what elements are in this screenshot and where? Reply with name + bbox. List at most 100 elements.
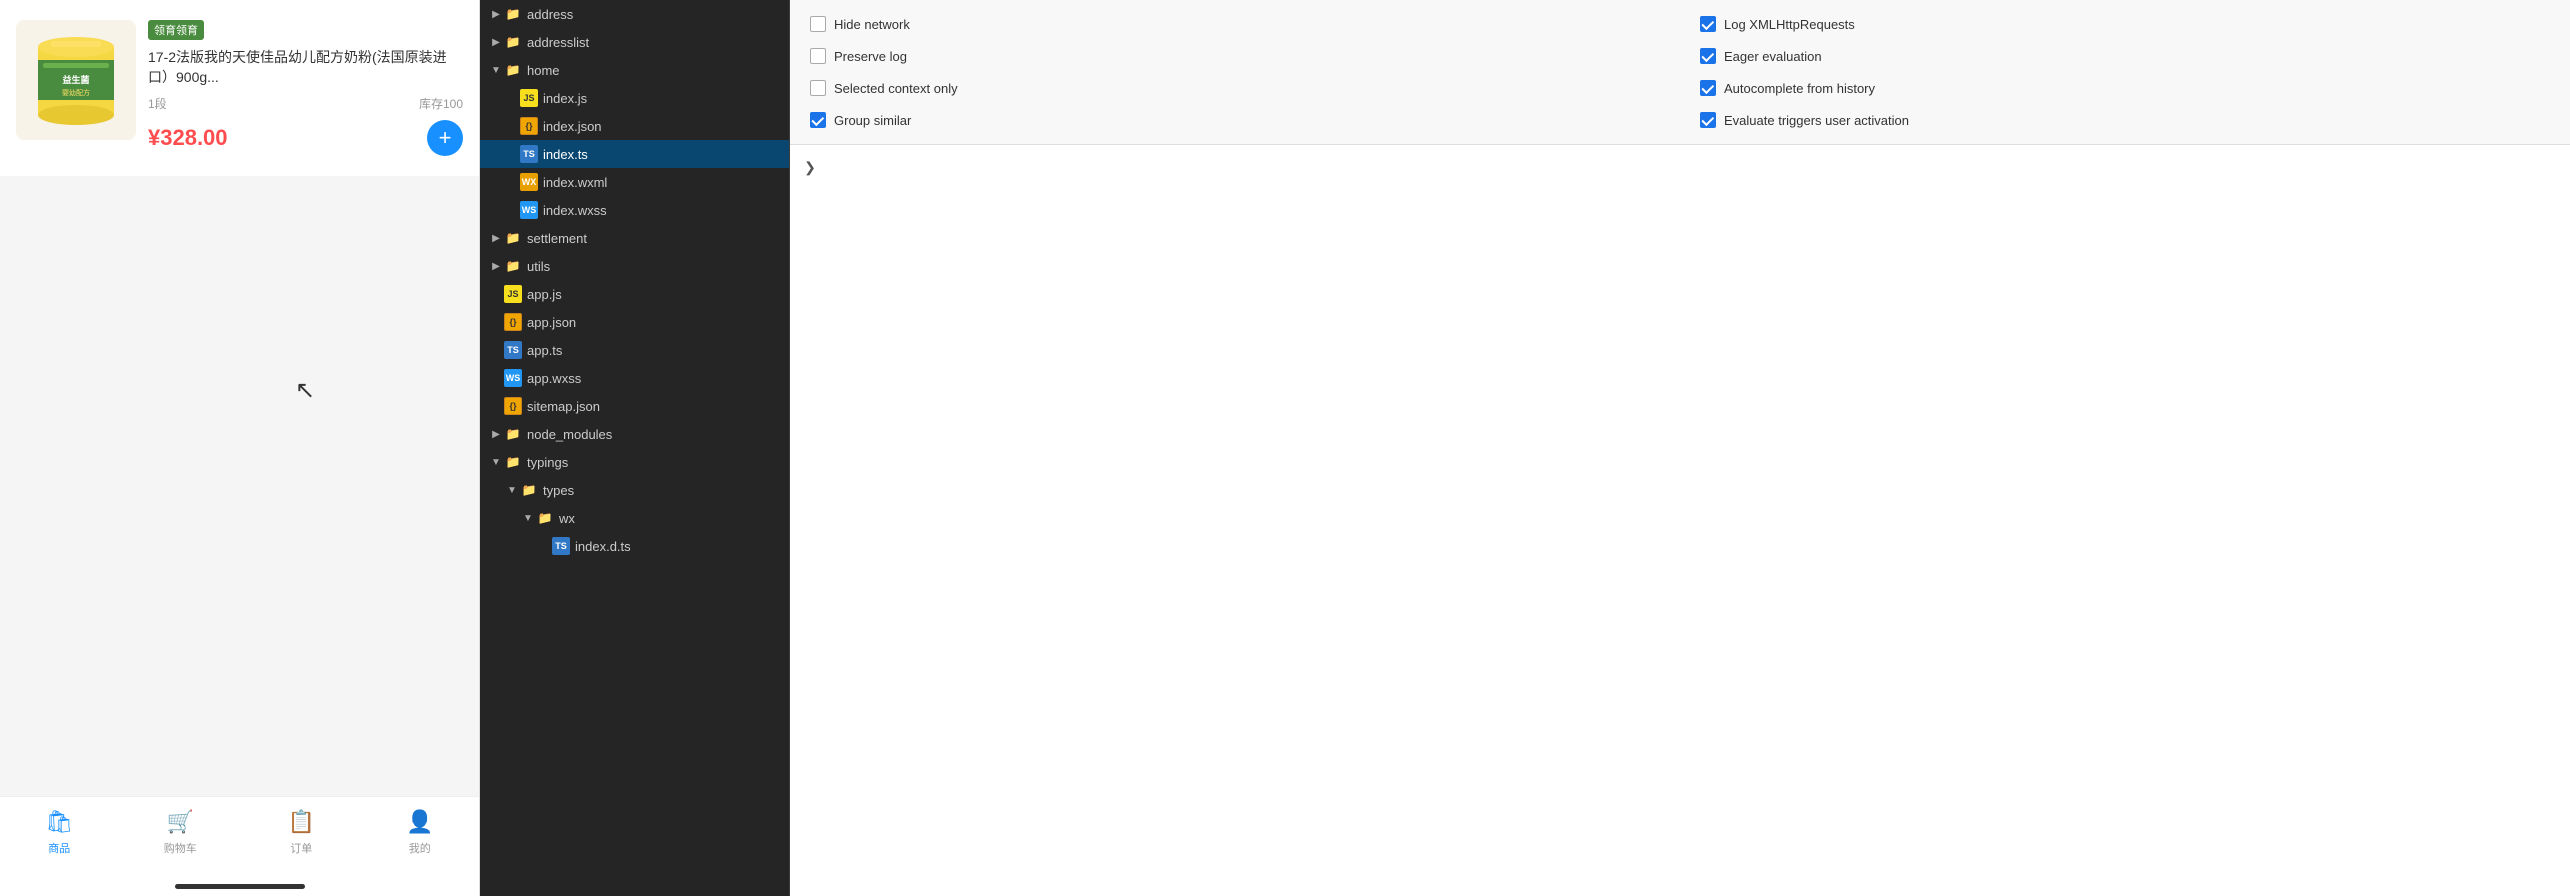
options-col-left: Hide network Preserve log Selected context…	[810, 8, 1660, 136]
checkbox-selected-context[interactable]	[810, 80, 826, 96]
tree-name-index-js: index.js	[543, 91, 789, 106]
tree-arrow-wx: ▼	[520, 513, 536, 524]
option-label-hide-network: Hide network	[834, 17, 910, 32]
file-tree-panel: ▶📁address▶📁addresslist▼📁homeJSindex.js{}…	[480, 0, 790, 896]
cart-icon: 🛒	[166, 808, 194, 836]
tree-arrow-home: ▼	[488, 65, 504, 76]
product-stage: 1段	[148, 95, 167, 112]
tree-item-index-wxss[interactable]: WS index.wxss	[480, 196, 789, 224]
tree-item-sitemap-json[interactable]: {}sitemap.json	[480, 392, 789, 420]
tree-item-node-modules[interactable]: ▶📁node_modules	[480, 420, 789, 448]
option-row-eager-eval: Eager evaluation	[1700, 40, 2550, 72]
tree-item-index-d-ts[interactable]: TS index.d.ts	[480, 532, 789, 560]
file-icon-index-ts: TS	[520, 145, 538, 163]
folder-icon-typings: 📁	[504, 453, 522, 471]
options-col-right: Log XMLHttpRequestsEager evaluationAutoc…	[1700, 8, 2550, 136]
mobile-panel: 益生菌 婴幼配方 领育领育 17-2法版我的天使佳品幼儿配方奶粉(法国原装进口）…	[0, 0, 480, 896]
checkbox-evaluate-triggers[interactable]	[1700, 112, 1716, 128]
home-bar	[175, 884, 305, 889]
option-label-selected-context: Selected context only	[834, 81, 958, 96]
shop-badge: 领育领育	[148, 20, 204, 40]
option-label-eager-eval: Eager evaluation	[1724, 49, 1822, 64]
product-title: 17-2法版我的天使佳品幼儿配方奶粉(法国原装进口）900g...	[148, 48, 463, 87]
nav-label-profile: 我的	[409, 840, 431, 856]
option-label-autocomplete-history: Autocomplete from history	[1724, 81, 1875, 96]
tree-item-index-json[interactable]: {} index.json	[480, 112, 789, 140]
product-info: 领育领育 17-2法版我的天使佳品幼儿配方奶粉(法国原装进口）900g... 1…	[148, 20, 463, 156]
tree-item-index-ts[interactable]: TSindex.ts	[480, 140, 789, 168]
tree-arrow-settlement: ▶	[488, 233, 504, 244]
file-icon-index-json: {}	[520, 117, 538, 135]
tree-name-addresslist: addresslist	[527, 35, 789, 50]
checkbox-preserve-log[interactable]	[810, 48, 826, 64]
file-icon-app-json: {}	[504, 313, 522, 331]
option-row-autocomplete-history: Autocomplete from history	[1700, 72, 2550, 104]
checkbox-eager-eval[interactable]	[1700, 48, 1716, 64]
file-icon-index-d-ts: TS	[552, 537, 570, 555]
nav-item-cart[interactable]: 🛒 购物车	[164, 808, 197, 856]
file-icon-index-wxml: WX	[520, 173, 538, 191]
product-image: 益生菌 婴幼配方	[16, 20, 136, 140]
nav-item-orders[interactable]: 📋 订单	[287, 808, 315, 856]
nav-label-cart: 购物车	[164, 840, 197, 856]
tree-item-app-js[interactable]: JSapp.js	[480, 280, 789, 308]
tree-item-typings[interactable]: ▼📁typings	[480, 448, 789, 476]
tree-item-app-json[interactable]: {} app.json	[480, 308, 789, 336]
tree-name-index-wxss: index.wxss	[543, 203, 789, 218]
file-icon-index-js: JS	[520, 89, 538, 107]
option-row-evaluate-triggers: Evaluate triggers user activation	[1700, 104, 2550, 136]
home-indicator	[0, 876, 479, 896]
product-card: 益生菌 婴幼配方 领育领育 17-2法版我的天使佳品幼儿配方奶粉(法国原装进口）…	[0, 0, 479, 176]
tree-arrow-address: ▶	[488, 9, 504, 20]
tree-name-index-wxml: index.wxml	[543, 175, 789, 190]
tree-item-app-wxss[interactable]: WSapp.wxss	[480, 364, 789, 392]
option-row-preserve-log: Preserve log	[810, 40, 1660, 72]
tree-name-index-d-ts: index.d.ts	[575, 539, 789, 554]
tree-name-wx: wx	[559, 511, 789, 526]
tree-item-addresslist[interactable]: ▶📁addresslist	[480, 28, 789, 56]
devtools-content: ❯	[790, 145, 2570, 896]
nav-item-goods[interactable]: 🛍 商品	[45, 808, 73, 856]
nav-label-orders: 订单	[290, 840, 312, 856]
folder-icon-home: 📁	[504, 61, 522, 79]
option-label-evaluate-triggers: Evaluate triggers user activation	[1724, 113, 1909, 128]
folder-icon-address: 📁	[504, 5, 522, 23]
tree-name-address: address	[527, 7, 789, 22]
tree-item-wx[interactable]: ▼📁 wx	[480, 504, 789, 532]
tree-name-utils: utils	[527, 259, 789, 274]
tree-item-home[interactable]: ▼📁home	[480, 56, 789, 84]
tree-item-index-js[interactable]: JS index.js	[480, 84, 789, 112]
tree-arrow-node-modules: ▶	[488, 429, 504, 440]
tree-item-address[interactable]: ▶📁 address	[480, 0, 789, 28]
folder-icon-addresslist: 📁	[504, 33, 522, 51]
option-label-preserve-log: Preserve log	[834, 49, 907, 64]
file-icon-index-wxss: WS	[520, 201, 538, 219]
tree-item-settlement[interactable]: ▶📁settlement	[480, 224, 789, 252]
devtools-panel: Hide network Preserve log Selected context…	[790, 0, 2570, 896]
checkbox-autocomplete-history[interactable]	[1700, 80, 1716, 96]
option-row-group-similar: Group similar	[810, 104, 1660, 136]
tree-name-index-json: index.json	[543, 119, 789, 134]
nav-item-profile[interactable]: 👤 我的	[406, 808, 434, 856]
tree-arrow-types: ▼	[504, 485, 520, 496]
tree-item-utils[interactable]: ▶📁utils	[480, 252, 789, 280]
expand-button[interactable]: ❯	[800, 157, 820, 177]
folder-icon-wx: 📁	[536, 509, 554, 527]
tree-item-app-ts[interactable]: TSapp.ts	[480, 336, 789, 364]
devtools-options: Hide network Preserve log Selected context…	[790, 0, 2570, 145]
svg-text:婴幼配方: 婴幼配方	[62, 88, 90, 97]
checkbox-hide-network[interactable]	[810, 16, 826, 32]
add-to-cart-button[interactable]: +	[427, 120, 463, 156]
checkbox-log-xmlhttp[interactable]	[1700, 16, 1716, 32]
file-icon-sitemap-json: {}	[504, 397, 522, 415]
tree-name-types: types	[543, 483, 789, 498]
option-row-hide-network: Hide network	[810, 8, 1660, 40]
tree-name-app-json: app.json	[527, 315, 789, 330]
profile-icon: 👤	[406, 808, 434, 836]
tree-item-index-wxml[interactable]: WX index.wxml	[480, 168, 789, 196]
goods-icon: 🛍	[45, 808, 73, 836]
orders-icon: 📋	[287, 808, 315, 836]
tree-item-types[interactable]: ▼📁types	[480, 476, 789, 504]
checkbox-group-similar[interactable]	[810, 112, 826, 128]
svg-text:益生菌: 益生菌	[62, 74, 89, 85]
